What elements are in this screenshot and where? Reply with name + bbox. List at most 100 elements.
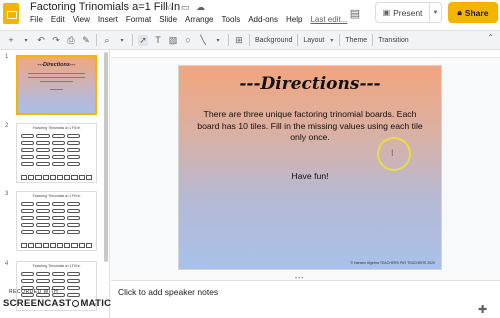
thumbnail-row	[21, 279, 80, 283]
thumbnail-title: Factoring Trinomials a=1 Fill In	[32, 264, 81, 268]
watermark-left: SCREENCAST	[3, 298, 72, 309]
paint-format-icon[interactable]: ✎	[81, 35, 91, 46]
slide-number: 4	[5, 261, 9, 267]
comment-history-button[interactable]: ▤	[344, 3, 366, 23]
thumbnail-text-line	[28, 77, 85, 78]
slide-have-fun-text[interactable]: Have fun!	[179, 171, 441, 181]
share-button[interactable]: 🔒︎ Share	[448, 2, 498, 23]
filmstrip-scrollbar[interactable]	[104, 52, 108, 262]
menu-view[interactable]: View	[73, 15, 90, 24]
slide-title[interactable]: ---Directions---	[179, 74, 441, 94]
present-options-button[interactable]: ▼	[430, 2, 442, 23]
explore-icon[interactable]: ✚	[478, 303, 487, 316]
thumbnail-title: Factoring Trinomials a=1 Fill In	[32, 126, 81, 130]
thumbnail-tiles	[21, 243, 93, 248]
watermark-caption: RECORDED WITH	[9, 289, 59, 295]
cursor-highlight	[377, 137, 411, 171]
thumbnail-row	[21, 202, 80, 206]
image-icon[interactable]: ▨	[168, 35, 178, 46]
redo-icon[interactable]: ↷	[51, 35, 61, 46]
thumbnail-row	[21, 230, 80, 234]
present-icon: ▣	[382, 8, 391, 17]
thumbnail-row	[21, 209, 80, 213]
toolbar-divider	[96, 34, 97, 46]
slide-thumbnail-1[interactable]: ---Directions---	[16, 55, 97, 115]
menu-addons[interactable]: Add-ons	[248, 15, 278, 24]
thumbnail-row	[21, 216, 80, 220]
thumbnail-row	[21, 155, 80, 159]
text-cursor-icon: I	[391, 148, 394, 158]
line-dropdown-icon[interactable]: ▾	[213, 37, 223, 44]
slides-logo-icon[interactable]	[3, 3, 19, 24]
menu-tools[interactable]: Tools	[222, 15, 241, 24]
collapse-toolbar-icon[interactable]: ⌃	[487, 33, 494, 42]
chevron-down-icon: ▼	[432, 9, 439, 16]
menu-help[interactable]: Help	[286, 15, 302, 24]
share-label: Share	[464, 7, 489, 18]
thumbnail-tiles	[21, 175, 93, 180]
zoom-icon[interactable]: ⌕	[102, 35, 112, 46]
last-edit-link[interactable]: Last edit...	[310, 15, 347, 24]
toolbar: + ▾ ↶ ↷ ⎙ ✎ ⌕ ▾ ➚ T ▨ ○ ╲ ▾ ⊞ Background…	[0, 30, 500, 50]
new-slide-dropdown-icon[interactable]: ▾	[21, 37, 31, 44]
thumbnail-row	[21, 223, 80, 227]
thumbnail-text-line	[28, 73, 85, 74]
screencast-watermark: SCREENCAST MATIC	[3, 298, 111, 309]
thumbnail-row	[21, 134, 80, 138]
slide-thumbnail-3[interactable]: Factoring Trinomials a=1 Fill In	[16, 191, 97, 251]
background-button[interactable]: Background	[255, 37, 292, 44]
layout-button[interactable]: Layout	[303, 37, 324, 44]
layout-dropdown-icon[interactable]: ▾	[329, 37, 334, 44]
theme-button[interactable]: Theme	[345, 37, 367, 44]
line-icon[interactable]: ╲	[198, 35, 208, 46]
slide-number: 3	[5, 191, 9, 197]
select-icon[interactable]: ➚	[138, 34, 148, 46]
undo-icon[interactable]: ↶	[36, 35, 46, 46]
slide-number: 2	[5, 123, 9, 129]
slide-thumbnail-2[interactable]: Factoring Trinomials a=1 Fill In	[16, 123, 97, 183]
lock-icon: 🔒︎	[457, 7, 462, 17]
thumbnail-row	[21, 272, 80, 276]
slide-credit: © Hansen Algebra TEACHERS PAY TEACHERS 2…	[350, 261, 435, 265]
watermark-o-icon	[72, 299, 80, 307]
present-button[interactable]: ▣ Present	[375, 2, 430, 23]
comment-icon: ▤	[349, 7, 361, 20]
slide-number: 1	[5, 54, 9, 60]
text-box-icon[interactable]: T	[153, 35, 163, 45]
thumbnail-title: Factoring Trinomials a=1 Fill In	[32, 194, 81, 198]
zoom-dropdown-icon[interactable]: ▾	[117, 37, 127, 44]
menu-arrange[interactable]: Arrange	[185, 15, 213, 24]
cloud-status-icon[interactable]: ☁	[196, 2, 205, 13]
thumbnail-row	[21, 148, 80, 152]
present-label: Present	[393, 7, 423, 18]
document-title[interactable]: Factoring Trinomials a=1 Fill In	[30, 1, 180, 13]
speaker-notes-panel[interactable]	[111, 280, 500, 318]
menu-edit[interactable]: Edit	[51, 15, 65, 24]
toolbar-divider	[297, 34, 299, 46]
menu-slide[interactable]: Slide	[159, 15, 177, 24]
thumbnail-title: ---Directions---	[37, 62, 76, 68]
shape-icon[interactable]: ○	[183, 35, 193, 45]
thumbnail-row	[21, 162, 80, 166]
star-icon[interactable]: ☆	[166, 2, 174, 13]
add-comment-icon[interactable]: ⊞	[234, 35, 244, 46]
toolbar-divider	[249, 34, 250, 46]
toolbar-divider	[372, 34, 374, 46]
transition-button[interactable]: Transition	[378, 37, 408, 44]
toolbar-divider	[228, 34, 229, 46]
new-slide-icon[interactable]: +	[6, 35, 16, 45]
thumbnail-row	[21, 141, 80, 145]
menu-file[interactable]: File	[30, 15, 43, 24]
menu-insert[interactable]: Insert	[98, 15, 118, 24]
print-icon[interactable]: ⎙	[66, 35, 76, 46]
speaker-notes-placeholder[interactable]: Click to add speaker notes	[118, 287, 218, 297]
toolbar-divider	[339, 34, 341, 46]
slide-filmstrip: 1 ---Directions--- 2 Factoring Trinomial…	[0, 50, 110, 318]
toolbar-divider	[132, 34, 133, 46]
move-folder-icon[interactable]: ▭	[181, 2, 190, 13]
ruler	[111, 51, 500, 58]
menu-format[interactable]: Format	[126, 15, 151, 24]
watermark-right: MATIC	[80, 298, 112, 309]
thumbnail-text-line	[50, 89, 63, 90]
menu-bar: File Edit View Insert Format Slide Arran…	[30, 15, 347, 24]
